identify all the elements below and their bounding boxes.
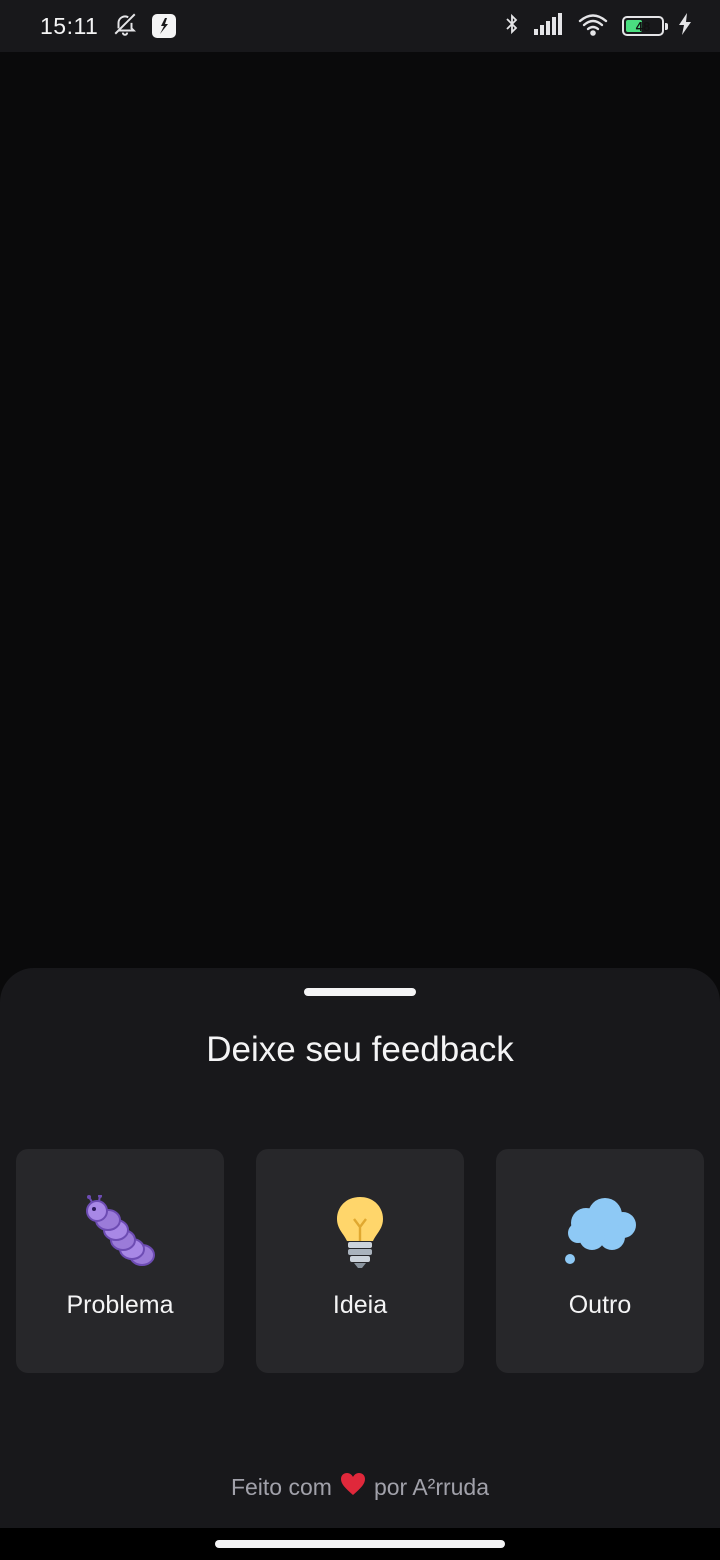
footer-credit: Feito com por A²rruda <box>0 1472 720 1502</box>
option-ideia-button[interactable]: Ideia <box>256 1149 464 1373</box>
option-label: Ideia <box>332 1291 388 1319</box>
bell-off-icon <box>112 11 138 42</box>
option-problema-button[interactable]: Problema <box>16 1149 224 1373</box>
battery-tip <box>665 23 668 30</box>
feedback-options: Problema Ideia Outro <box>16 1149 704 1373</box>
battery-level: 48 <box>635 18 651 34</box>
heart-icon <box>340 1472 366 1502</box>
app-canvas <box>0 52 720 968</box>
option-label: Problema <box>66 1291 174 1319</box>
footer-prefix: Feito com <box>230 1473 332 1500</box>
battery-icon: 48 <box>622 16 668 36</box>
light-bulb-icon <box>320 1195 400 1271</box>
app-notification-icon <box>152 14 177 38</box>
signal-icon <box>534 12 564 40</box>
option-label: Outro <box>568 1291 632 1319</box>
footer-suffix: por A²rruda <box>373 1473 490 1500</box>
sheet-drag-handle[interactable] <box>304 988 416 996</box>
charging-icon <box>678 12 692 40</box>
status-right: 48 <box>504 12 692 41</box>
home-indicator[interactable] <box>215 1540 505 1548</box>
wifi-icon <box>578 12 608 41</box>
option-outro-button[interactable]: Outro <box>496 1149 704 1373</box>
status-left: 15:11 <box>40 11 177 42</box>
navigation-bar <box>0 1528 720 1560</box>
status-bar: 15:11 48 <box>0 0 720 52</box>
bluetooth-icon <box>504 12 520 41</box>
clock: 15:11 <box>40 12 99 39</box>
caterpillar-bug-icon <box>80 1195 160 1271</box>
feedback-sheet: Deixe seu feedback Problema Ideia Outro … <box>0 968 720 1528</box>
sheet-title: Deixe seu feedback <box>206 1030 514 1069</box>
thought-balloon-icon <box>560 1195 640 1271</box>
